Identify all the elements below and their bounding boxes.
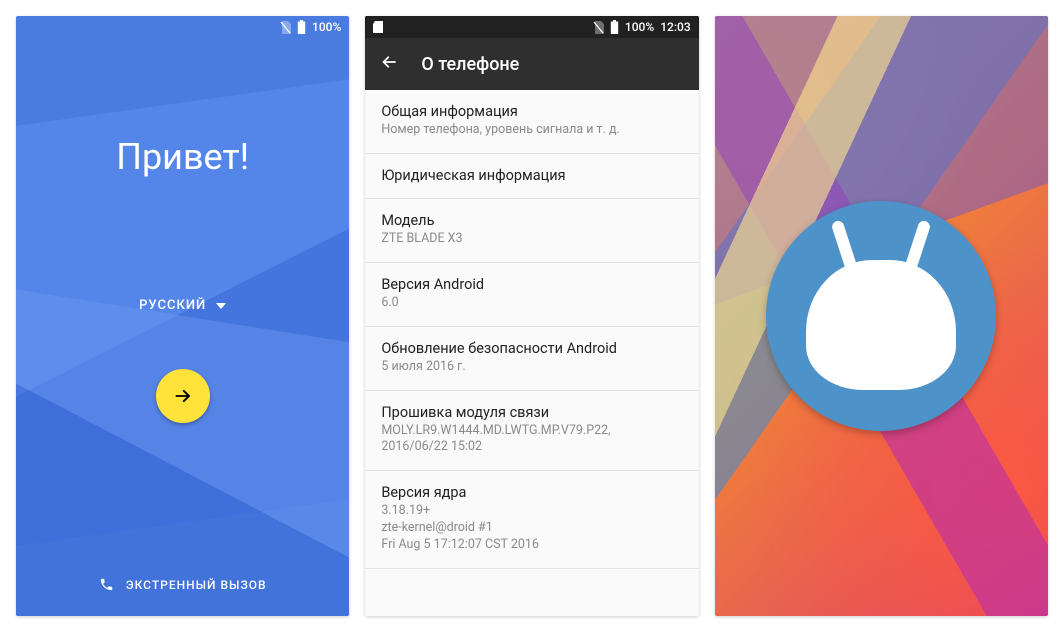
about-item[interactable]: Прошивка модуля связи MOLY.LR9.W1444.MD.L… [365,391,698,472]
about-item[interactable]: Модель ZTE BLADE X3 [365,199,698,263]
welcome-greeting: Привет! [116,136,249,178]
battery-percent: 100% [625,20,654,34]
marshmallow-screen [715,16,1048,616]
about-item-title: Модель [381,212,682,229]
welcome-screen: 100% Привет! РУССКИЙ ЭКСТРЕННЫЙ ВЫЗОВ [16,16,349,616]
about-item-sub: 3.18.19+ zte-kernel@droid #1 Fri Aug 5 1… [381,503,682,554]
about-item-title: Обновление безопасности Android [381,340,682,357]
about-item-title: Версия Android [381,276,682,293]
sim-off-icon [593,21,604,34]
about-item-sub: ZTE BLADE X3 [381,231,682,248]
emergency-label: ЭКСТРЕННЫЙ ВЫЗОВ [126,578,267,592]
marshmallow-badge [766,201,996,431]
about-item-sub: 6.0 [381,295,682,312]
language-label: РУССКИЙ [139,298,206,313]
arrow-left-icon [379,52,399,72]
page-title: О телефоне [421,54,519,75]
battery-percent: 100% [312,20,341,34]
status-bar: 100% 12:03 [365,16,698,38]
about-item-sub: MOLY.LR9.W1444.MD.LWTG.MP.V79.P22, 2016/… [381,423,682,457]
about-item-title: Версия ядра [381,484,682,501]
about-item-title: Общая информация [381,103,682,120]
about-item-sub: Номер телефона, уровень сигнала и т. д. [381,122,682,139]
arrow-right-icon [172,385,194,407]
about-item-title: Прошивка модуля связи [381,404,682,421]
about-item-title: Юридическая информация [381,167,682,184]
status-bar: 100% [16,16,349,38]
phone-icon [99,577,114,592]
battery-icon [297,20,306,34]
about-item[interactable]: Юридическая информация [365,154,698,199]
marshmallow-icon [806,260,956,390]
about-list: Общая информация Номер телефона, уровень … [365,90,698,616]
sd-card-icon [373,21,383,33]
about-item[interactable]: Обновление безопасности Android 5 июля 20… [365,327,698,391]
sim-off-icon [280,21,291,34]
emergency-call-button[interactable]: ЭКСТРЕННЫЙ ВЫЗОВ [99,577,267,592]
about-item[interactable]: Общая информация Номер телефона, уровень … [365,90,698,154]
about-item[interactable]: Версия Android 6.0 [365,263,698,327]
chevron-down-icon [216,303,226,309]
language-selector[interactable]: РУССКИЙ [139,298,226,313]
battery-icon [610,20,619,34]
about-item-sub: 5 июля 2016 г. [381,359,682,376]
continue-button[interactable] [156,369,210,423]
back-button[interactable] [379,52,399,76]
clock-time: 12:03 [660,20,690,34]
about-item[interactable]: Версия ядра 3.18.19+ zte-kernel@droid #1 … [365,471,698,569]
about-phone-screen: 100% 12:03 О телефоне Общая информация Но… [365,16,698,616]
